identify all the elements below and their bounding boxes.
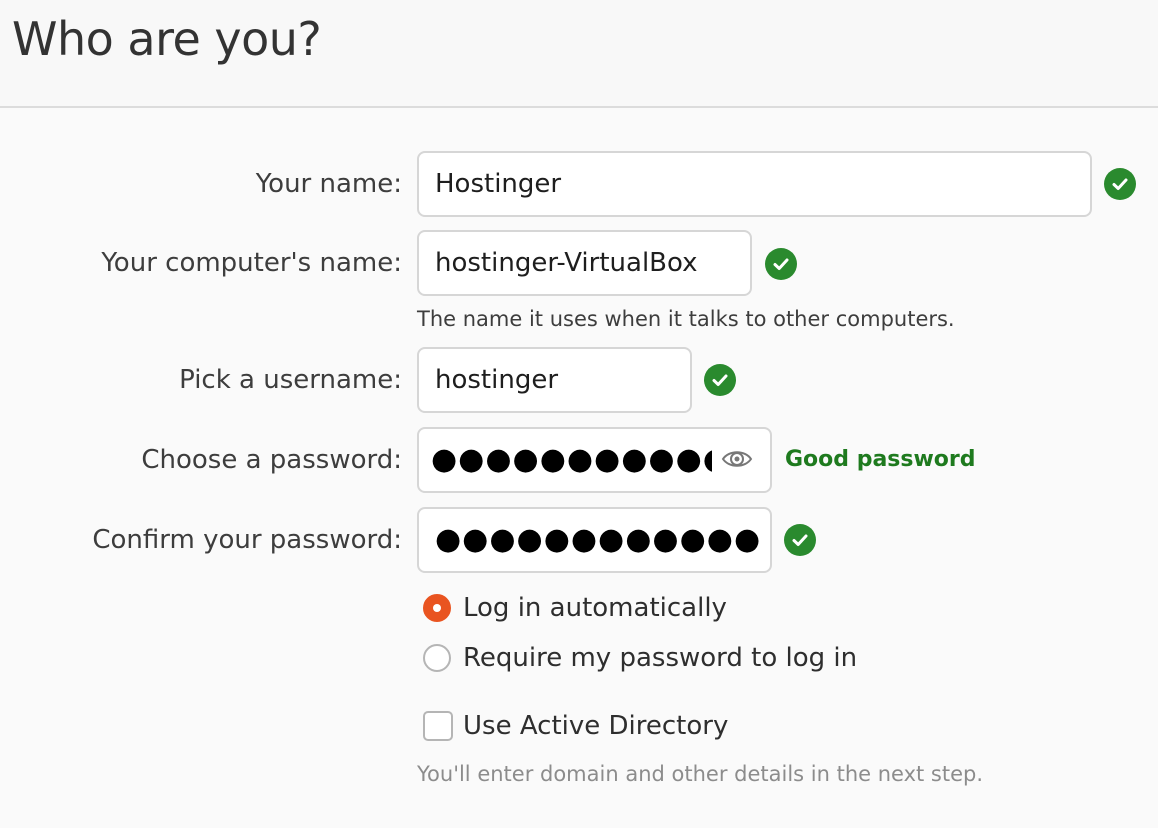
- password-field[interactable]: ●●●●●●●●●●●●: [417, 427, 772, 493]
- radio-button-selected[interactable]: [423, 594, 451, 622]
- radio-button[interactable]: [423, 644, 451, 672]
- username-input[interactable]: [435, 365, 690, 395]
- confirm-password-masked-value[interactable]: ●●●●●●●●●●●●: [435, 525, 761, 555]
- active-directory-hint: You'll enter domain and other details in…: [417, 762, 984, 786]
- computer-name-field[interactable]: [417, 230, 752, 296]
- page-title: Who are you?: [12, 12, 322, 66]
- radio-log-in-automatically-label: Log in automatically: [463, 593, 727, 623]
- eye-icon[interactable]: [720, 444, 754, 474]
- computer-name-label: Your computer's name:: [101, 248, 402, 278]
- radio-require-password[interactable]: Require my password to log in: [423, 641, 857, 675]
- radio-log-in-automatically[interactable]: Log in automatically: [423, 591, 727, 625]
- active-directory-label: Use Active Directory: [463, 711, 729, 741]
- name-input[interactable]: [435, 169, 1090, 199]
- username-check-icon: [704, 364, 736, 396]
- password-masked-value[interactable]: ●●●●●●●●●●●●: [431, 445, 712, 475]
- page-header: Who are you?: [0, 0, 1158, 108]
- username-label: Pick a username:: [179, 365, 402, 395]
- confirm-password-check-icon: [784, 524, 816, 556]
- password-strength-text: Good password: [785, 447, 976, 472]
- computer-name-hint: The name it uses when it talks to other …: [417, 307, 955, 331]
- confirm-password-label: Confirm your password:: [92, 525, 402, 555]
- username-field[interactable]: [417, 347, 692, 413]
- name-check-icon: [1104, 168, 1136, 200]
- password-label: Choose a password:: [141, 445, 402, 475]
- active-directory-checkbox-row[interactable]: Use Active Directory: [423, 709, 728, 743]
- computer-name-check-icon: [765, 248, 797, 280]
- name-label: Your name:: [255, 169, 402, 199]
- active-directory-checkbox[interactable]: [423, 711, 453, 741]
- name-field[interactable]: [417, 151, 1092, 217]
- confirm-password-field[interactable]: ●●●●●●●●●●●●: [417, 507, 772, 573]
- radio-require-password-label: Require my password to log in: [463, 643, 858, 673]
- computer-name-input[interactable]: [435, 248, 750, 278]
